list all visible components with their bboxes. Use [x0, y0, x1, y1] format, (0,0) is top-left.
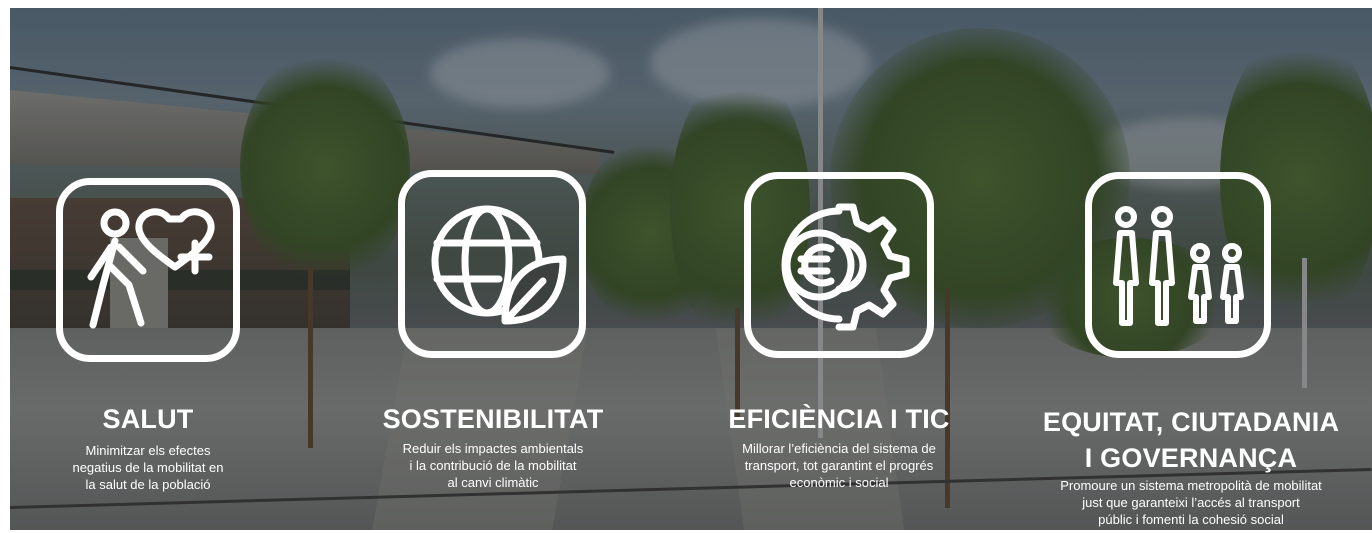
pillar-description-salut: Minimitzar els efectes negatius de la mo…	[72, 443, 224, 492]
pillar-description-equitat: Promoure un sistema metropolità de mobil…	[1060, 478, 1322, 527]
pillar-title-eficiencia: EFICIÈNCIA I TIC	[728, 404, 950, 434]
eficiencia-icon-card	[744, 172, 934, 358]
equitat-icon-card	[1085, 172, 1271, 358]
sostenibilitat-icon-card	[398, 170, 586, 358]
person-heart-icon	[87, 208, 215, 329]
pillar-description-sostenibilitat: Reduir els impactes ambientals i la cont…	[402, 441, 584, 490]
pillar-title-sostenibilitat: SOSTENIBILITAT	[382, 404, 604, 434]
family-icon	[1113, 206, 1244, 326]
pillar-title-equitat: EQUITAT, CIUTADANIA I GOVERNANÇA	[1042, 407, 1340, 473]
pillar-title-salut: SALUT	[102, 404, 194, 434]
pillar-description-eficiencia: Millorar l’eficiència del sistema de tra…	[742, 441, 936, 490]
globe-leaf-icon	[431, 205, 567, 325]
euro-gear-icon	[781, 203, 910, 331]
salut-icon-card	[56, 178, 240, 362]
